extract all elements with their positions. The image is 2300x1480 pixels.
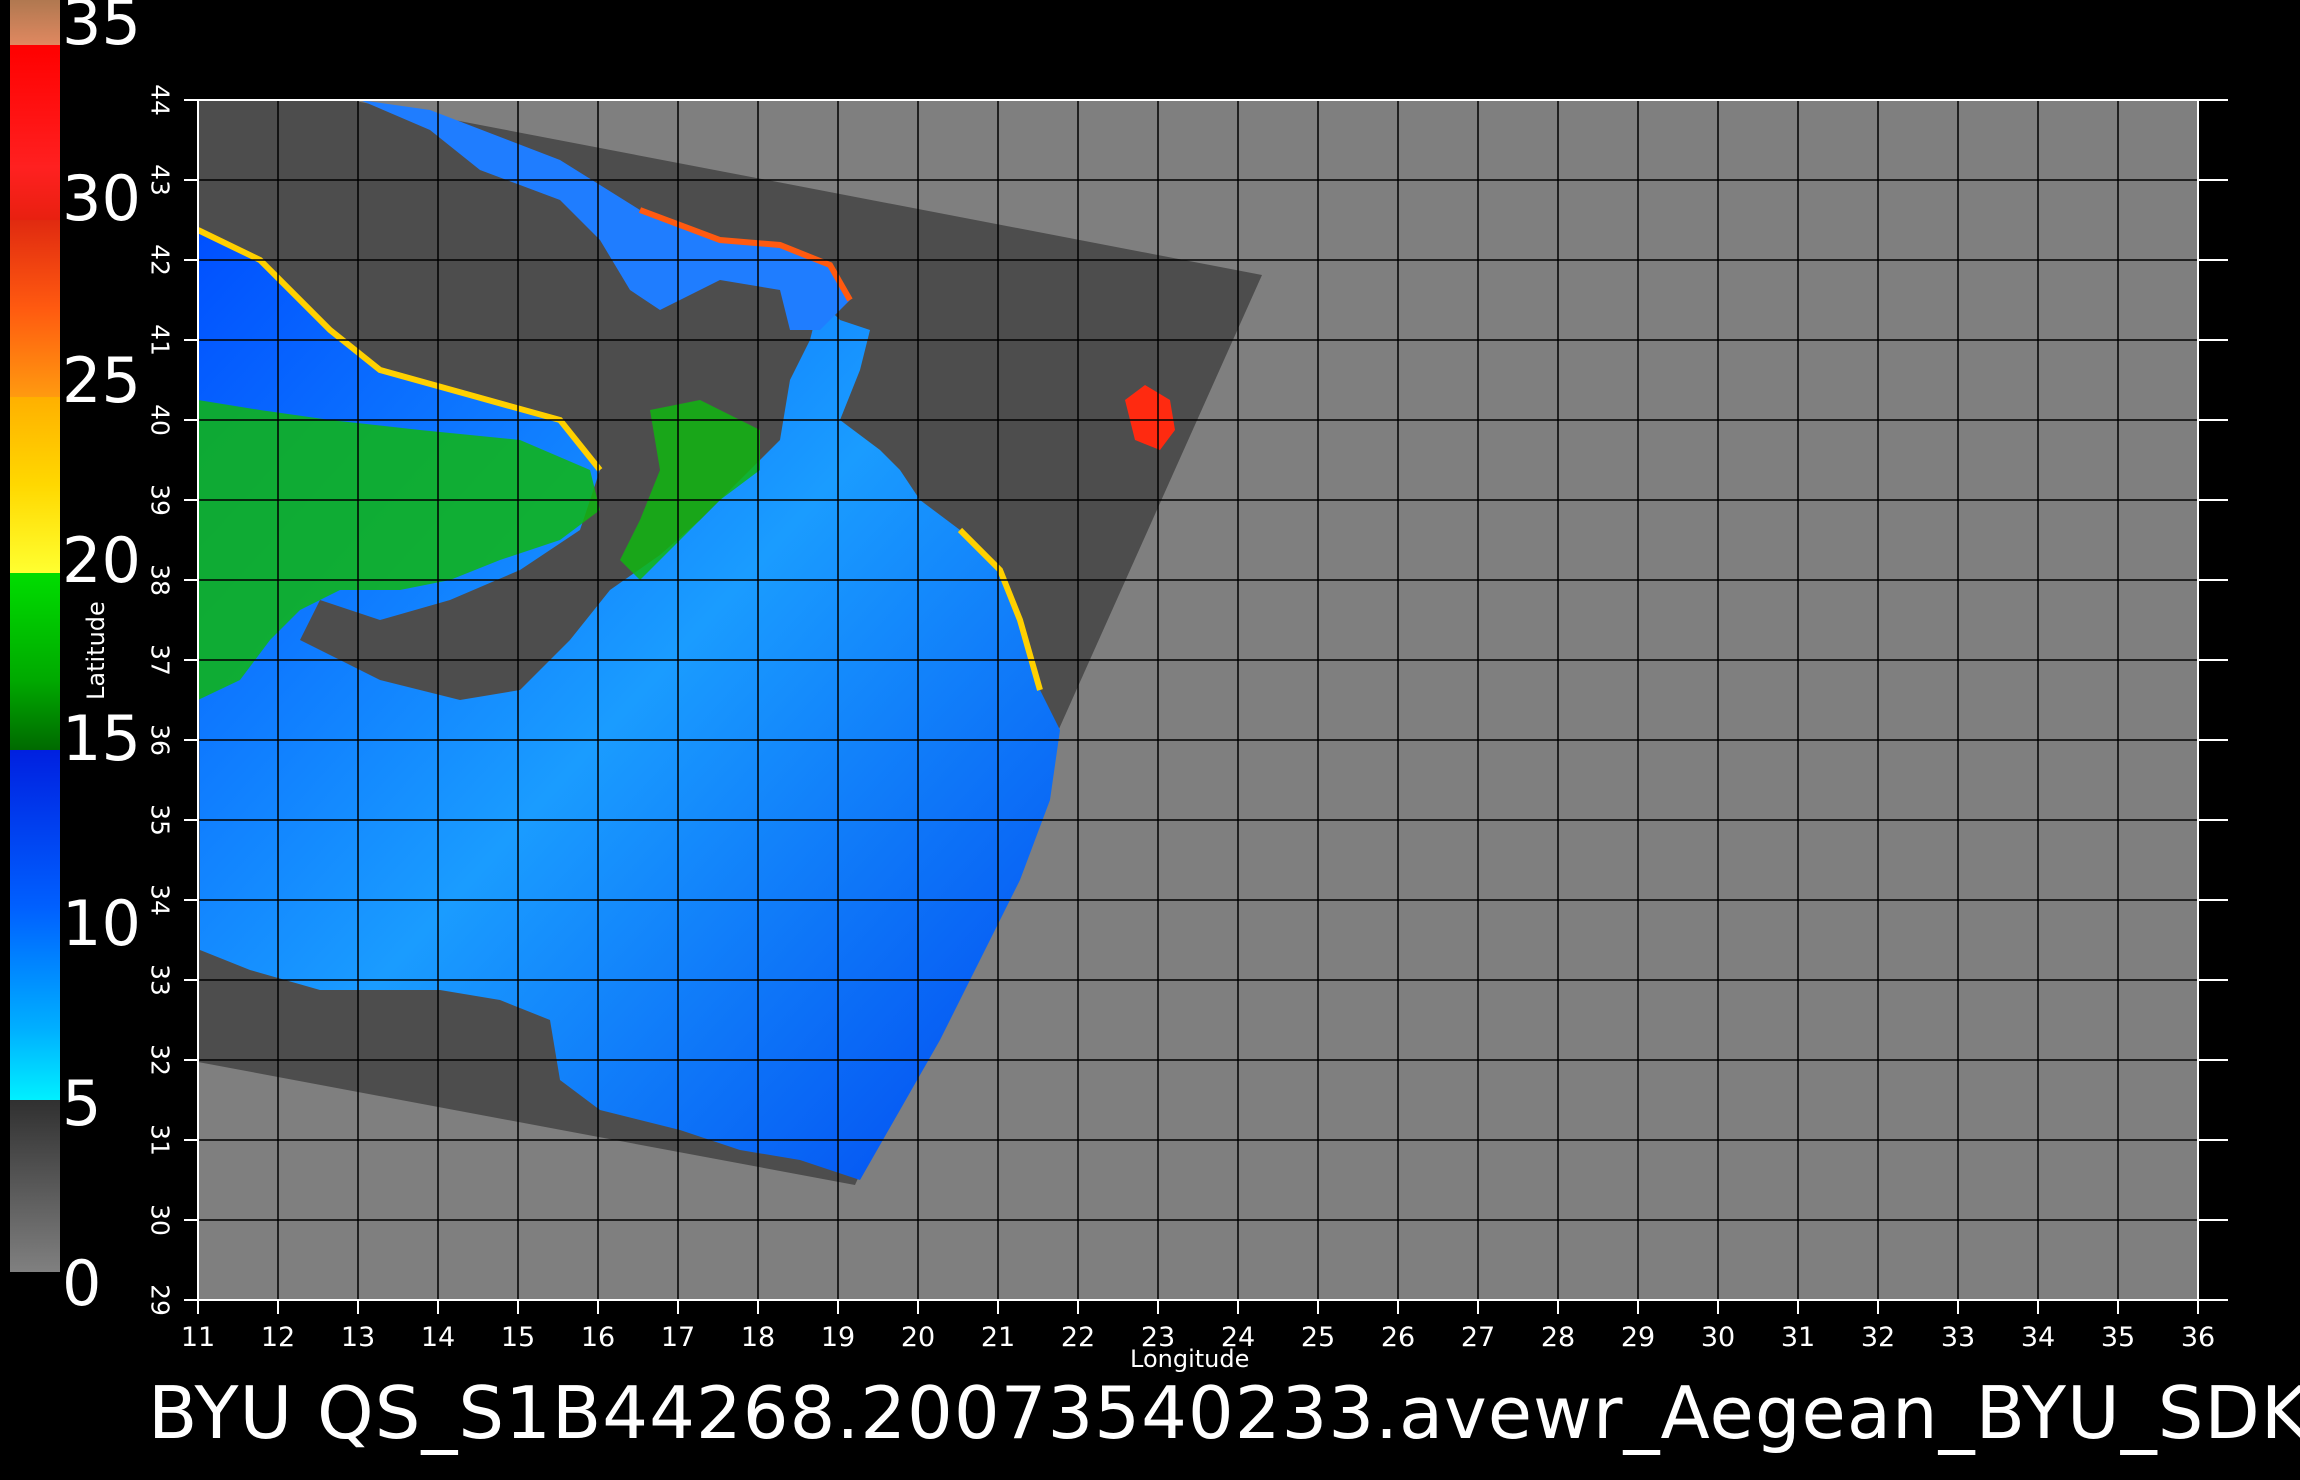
x-tick-label-27: 27 bbox=[1460, 1322, 1496, 1353]
x-tick-label-28: 28 bbox=[1540, 1322, 1576, 1353]
y-tick-label-33: 33 bbox=[145, 964, 175, 996]
y-tick-label-32: 32 bbox=[145, 1044, 175, 1076]
x-tick-label-14: 14 bbox=[420, 1322, 456, 1353]
x-tick-label-33: 33 bbox=[1940, 1322, 1976, 1353]
x-tick-label-25: 25 bbox=[1300, 1322, 1336, 1353]
y-tick-label-40: 40 bbox=[145, 404, 175, 436]
wind-speed-map bbox=[184, 99, 2228, 1314]
y-tick-label-36: 36 bbox=[145, 724, 175, 756]
x-tick-label-35: 35 bbox=[2100, 1322, 2136, 1353]
x-tick-label-19: 19 bbox=[820, 1322, 856, 1353]
y-tick-label-31: 31 bbox=[145, 1124, 175, 1156]
y-tick-label-29: 29 bbox=[145, 1284, 175, 1316]
y-tick-label-37: 37 bbox=[145, 644, 175, 676]
y-tick-label-42: 42 bbox=[145, 244, 175, 276]
y-tick-label-39: 39 bbox=[145, 484, 175, 516]
y-tick-label-44: 44 bbox=[145, 84, 175, 116]
wind-map-figure: 35 30 25 20 15 10 5 0 11 12 13 14 15 16 … bbox=[0, 0, 2300, 1480]
y-tick-label-43: 43 bbox=[145, 164, 175, 196]
x-tick-label-11: 11 bbox=[180, 1322, 216, 1353]
y-tick-label-34: 34 bbox=[145, 884, 175, 916]
footer-caption: BYU QS_S1B44268.20073540233.avewr_Aegean… bbox=[148, 1371, 2300, 1455]
x-tick-label-22: 22 bbox=[1060, 1322, 1096, 1353]
x-tick-label-36: 36 bbox=[2180, 1322, 2216, 1353]
x-tick-label-34: 34 bbox=[2020, 1322, 2056, 1353]
x-tick-label-32: 32 bbox=[1860, 1322, 1896, 1353]
x-tick-label-13: 13 bbox=[340, 1322, 376, 1353]
y-tick-label-30: 30 bbox=[145, 1204, 175, 1236]
x-tick-label-21: 21 bbox=[980, 1322, 1016, 1353]
x-tick-label-15: 15 bbox=[500, 1322, 536, 1353]
y-tick-label-41: 41 bbox=[145, 324, 175, 356]
y-tick-label-38: 38 bbox=[145, 564, 175, 596]
x-tick-label-29: 29 bbox=[1620, 1322, 1656, 1353]
x-tick-label-16: 16 bbox=[580, 1322, 616, 1353]
x-tick-label-26: 26 bbox=[1380, 1322, 1416, 1353]
y-tick-label-35: 35 bbox=[145, 804, 175, 836]
x-tick-label-17: 17 bbox=[660, 1322, 696, 1353]
x-tick-label-18: 18 bbox=[740, 1322, 776, 1353]
x-tick-label-20: 20 bbox=[900, 1322, 936, 1353]
x-tick-label-31: 31 bbox=[1780, 1322, 1816, 1353]
x-tick-label-30: 30 bbox=[1700, 1322, 1736, 1353]
y-axis-label: Latitude bbox=[82, 601, 110, 700]
x-tick-label-12: 12 bbox=[260, 1322, 296, 1353]
